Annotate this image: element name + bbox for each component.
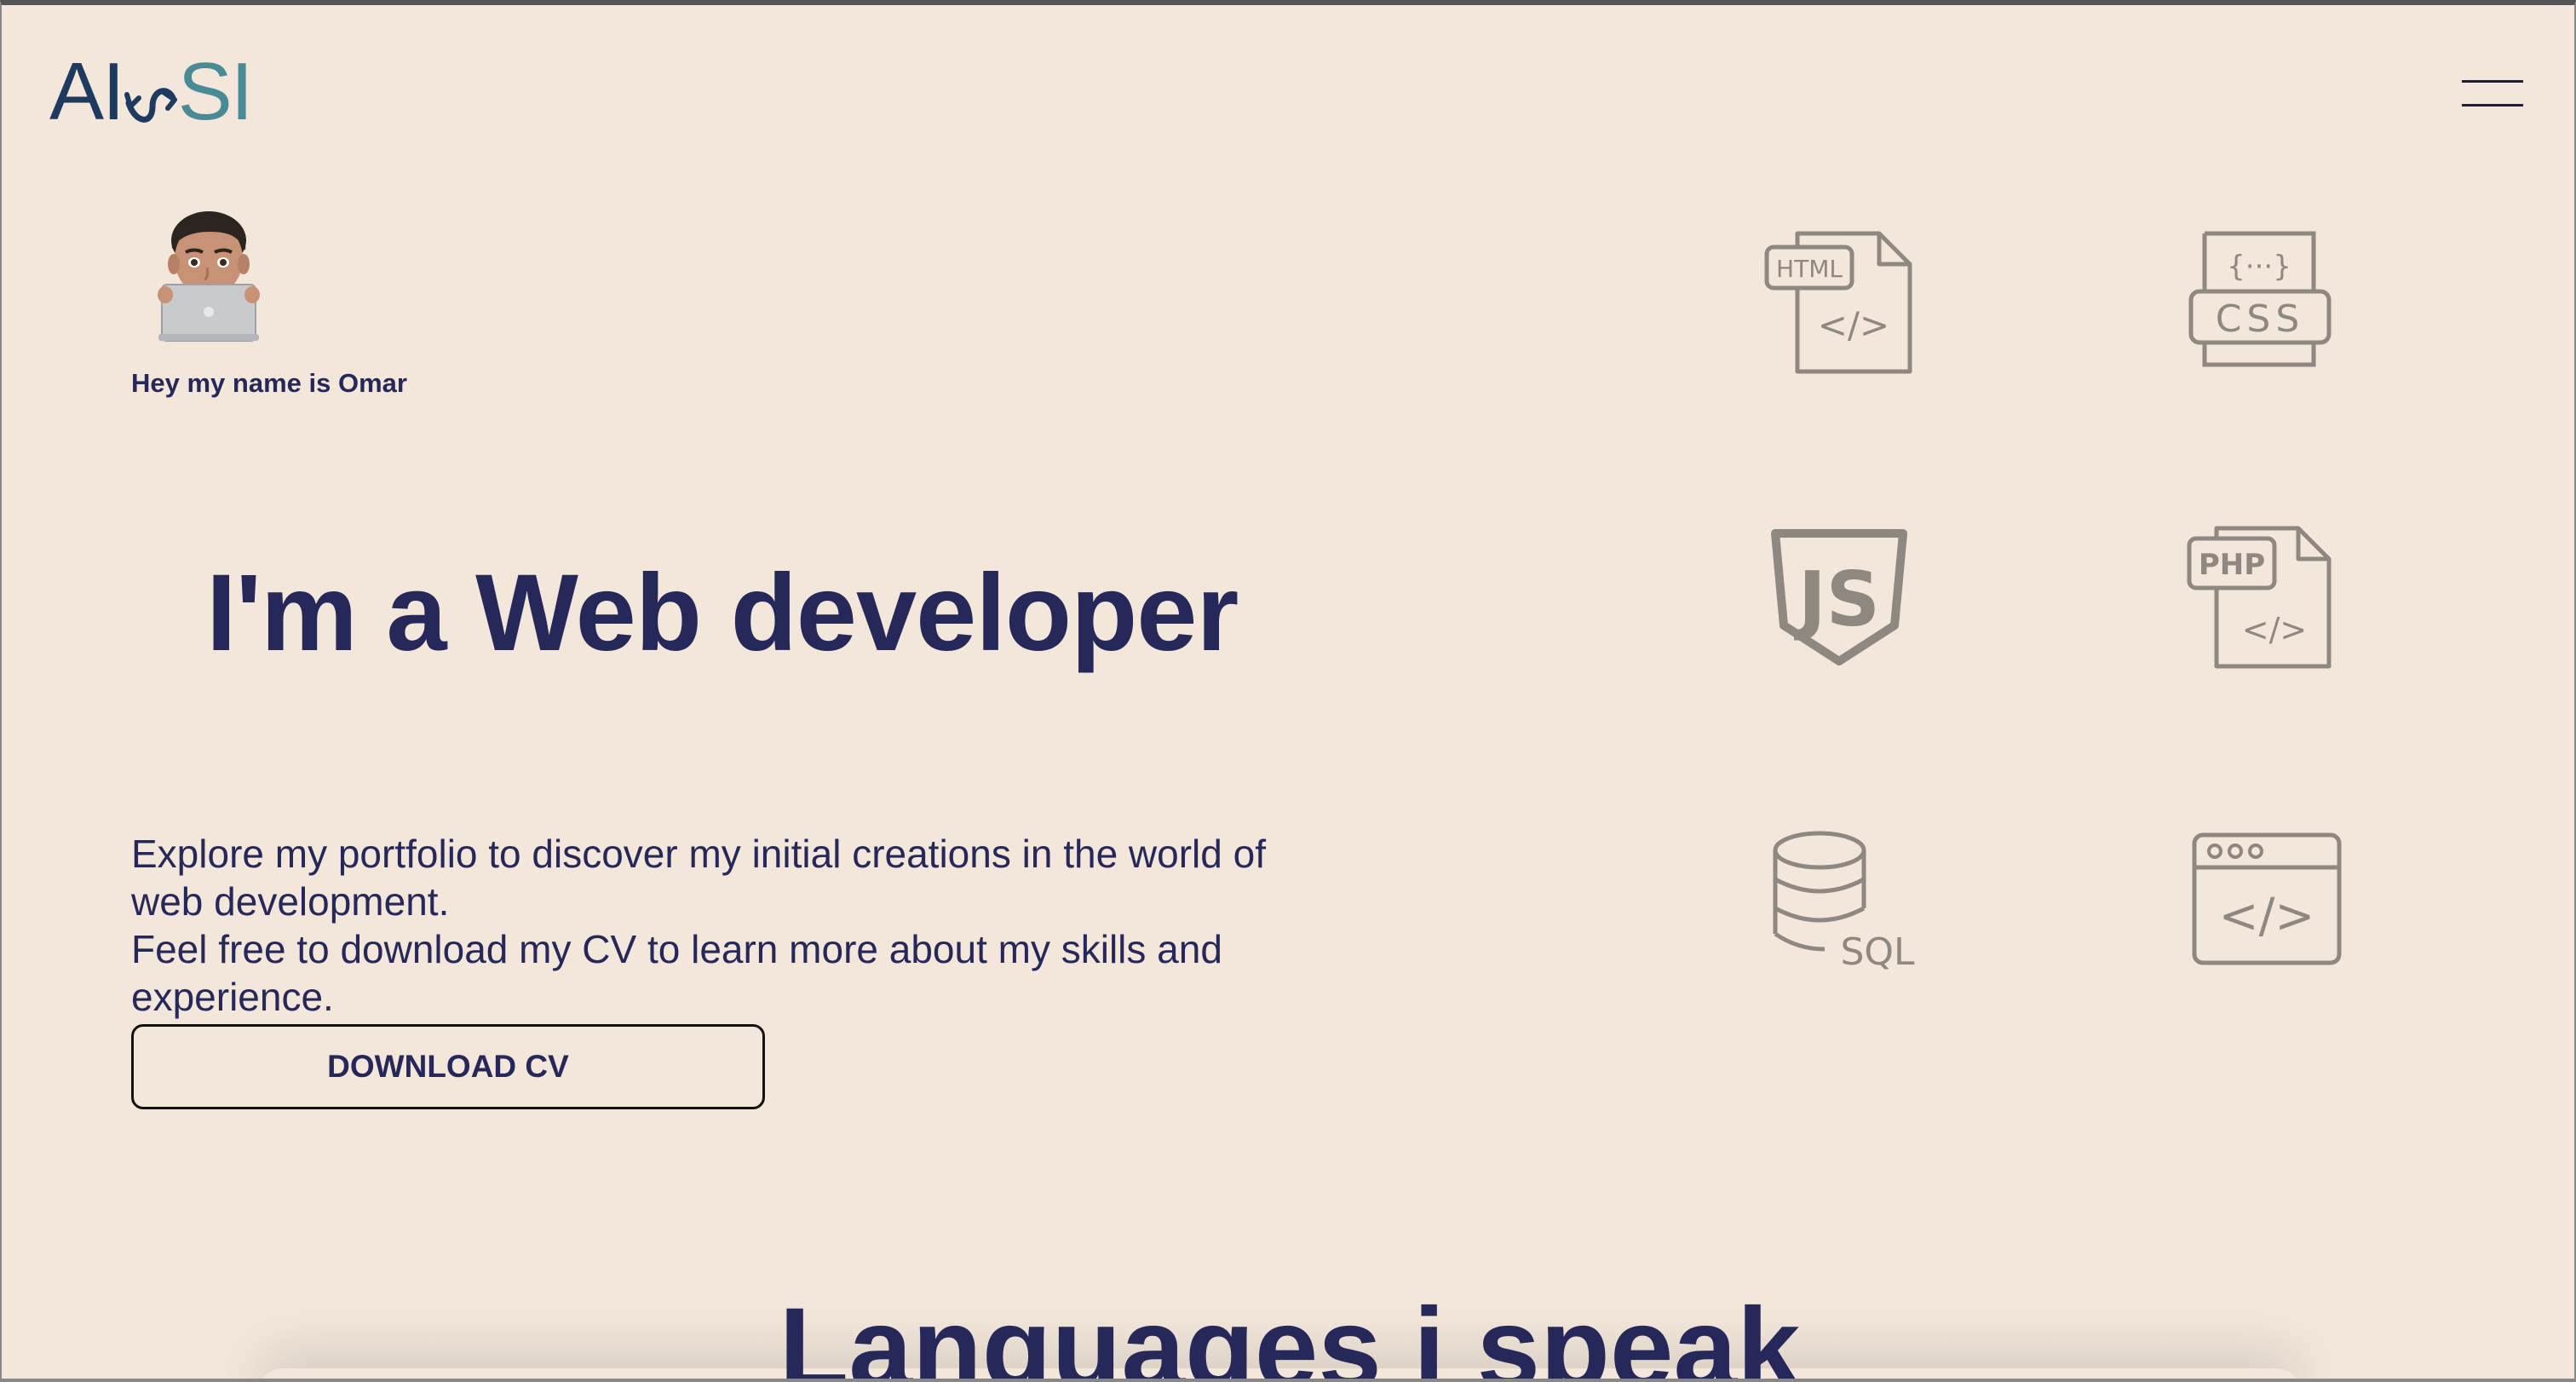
svg-text:</>: </> [2242,611,2307,648]
svg-text:JS: JS [1794,556,1880,643]
intro-paragraph-2: Feel free to download my CV to learn mor… [131,927,1222,1019]
logo-wordmark: AI SI [49,51,253,133]
page-title: I'm a Web developer [206,552,1239,674]
hamburger-menu-icon[interactable] [2462,77,2523,111]
page: AI SI Hey my name is Omar I'm a Web deve… [0,0,2576,1382]
greeting-text: Hey my name is Omar [131,368,407,398]
logo-text-right: SI [177,46,254,137]
site-logo[interactable]: AI SI [49,49,279,135]
download-cv-button[interactable]: DOWNLOAD CV [131,1024,765,1109]
intro-text: Explore my portfolio to discover my init… [131,830,1341,1021]
css-icon: {···} CSS [2186,222,2348,383]
svg-text:</>: </> [2219,889,2315,944]
html-file-icon: HTML </> [1763,222,1925,383]
svg-text:SQL: SQL [1840,930,1915,974]
svg-text:PHP: PHP [2199,548,2265,582]
avatar-icon [158,211,260,343]
logo-text-left: AI [49,46,125,137]
svg-text:HTML: HTML [1776,255,1843,283]
menu-line-bottom [2462,104,2523,107]
memoji-laptop-avatar [153,206,264,343]
svg-text:{···}: {···} [2227,250,2291,284]
svg-text:CSS: CSS [2216,297,2305,341]
menu-line-top [2462,80,2523,83]
php-file-icon: PHP </> [2186,516,2348,678]
browser-code-icon: </> [2186,823,2348,985]
intro-paragraph-1: Explore my portfolio to discover my init… [131,832,1267,924]
languages-section-title: Languages i speak [779,1285,1801,1382]
svg-text:</>: </> [1818,304,1890,346]
sql-database-icon: SQL [1763,823,1925,985]
logo-swirl-icon [124,87,177,123]
js-shield-icon: JS [1758,516,1920,678]
